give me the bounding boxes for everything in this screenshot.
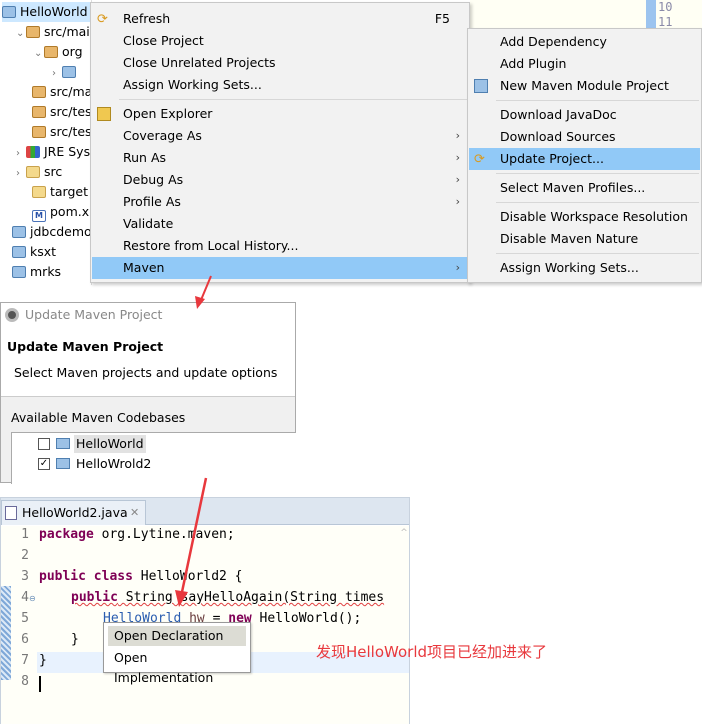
arrow-head xyxy=(195,296,205,309)
arrow-line xyxy=(200,275,212,301)
arrow-head xyxy=(175,590,188,607)
annotation-arrows xyxy=(175,275,212,607)
arrow-line xyxy=(180,477,208,593)
annotation-text: 发现HelloWorld项目已经加进来了 xyxy=(316,643,548,661)
